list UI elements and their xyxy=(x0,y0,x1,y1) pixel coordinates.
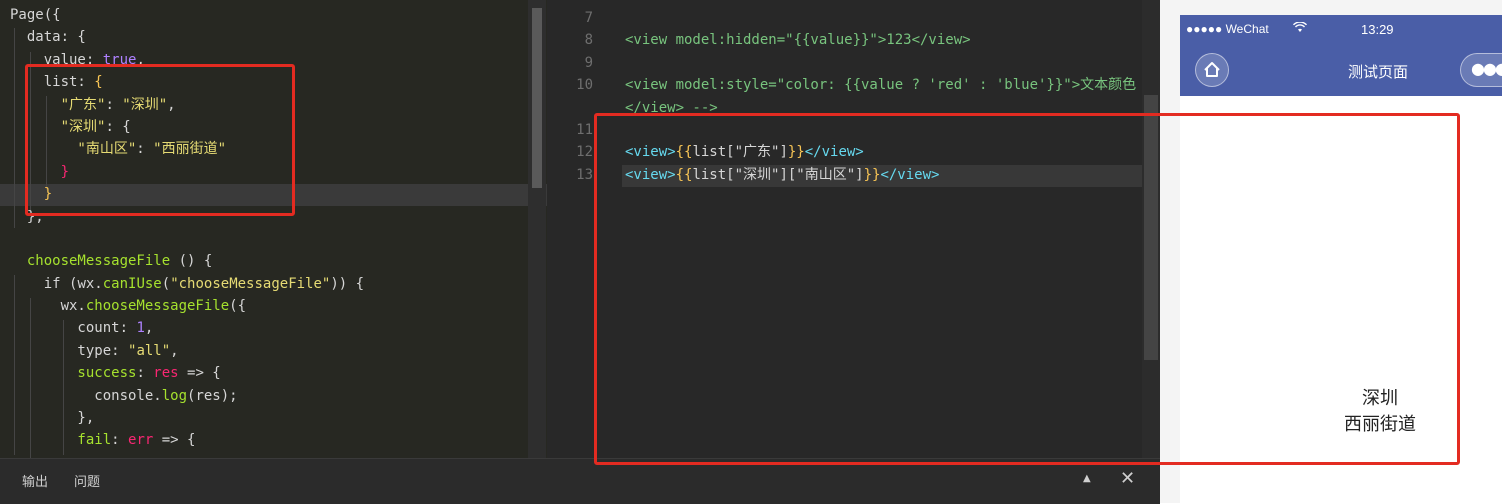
page-title: 测试页面 xyxy=(1348,64,1409,81)
triangle-up-icon[interactable]: ▲ xyxy=(1083,473,1091,484)
left-scrollbar-thumb[interactable] xyxy=(532,8,542,188)
code-line[interactable] xyxy=(625,7,1136,29)
code-token: , xyxy=(144,320,154,337)
more-dots-icon[interactable]: ●●● xyxy=(1460,53,1502,87)
code-line[interactable]: fail: err => { xyxy=(10,429,364,451)
code-token: chooseMessageFile xyxy=(10,253,171,270)
code-line[interactable]: chooseMessageFile () { xyxy=(10,250,364,272)
home-icon[interactable] xyxy=(1195,53,1229,87)
code-line[interactable] xyxy=(625,52,1136,74)
nav-bar: 测试页面 ●●● xyxy=(1180,45,1502,96)
code-line[interactable]: <view model:style="color: {{value ? 'red… xyxy=(625,74,1136,96)
line-number: 9 xyxy=(584,54,593,71)
code-token: console. xyxy=(10,387,162,404)
code-token: canIUse xyxy=(102,275,162,292)
line-number: 7 xyxy=(584,10,593,26)
code-token: (res); xyxy=(187,387,238,404)
code-token: res xyxy=(153,365,179,382)
code-token: : xyxy=(111,432,129,449)
code-token: count: xyxy=(10,320,137,337)
tab-output[interactable]: 输出 xyxy=(22,471,48,490)
highlight-box-list-data xyxy=(25,64,295,216)
code-line[interactable]: console.log(res); xyxy=(10,385,364,407)
tab-problems[interactable]: 问题 xyxy=(74,471,100,490)
code-token: <view model:style="color: {{value ? 'red… xyxy=(625,77,1137,94)
status-bar: ●●●●● WeChat 13:29 xyxy=(1180,15,1502,45)
code-line[interactable]: <view model:hidden="{{value}}">123</view… xyxy=(625,29,1136,51)
code-line[interactable]: success: res => { xyxy=(10,362,364,384)
code-token: )) { xyxy=(330,275,365,292)
code-token: => { xyxy=(178,365,221,382)
code-token: }, xyxy=(10,410,95,427)
code-token: success xyxy=(10,365,137,382)
code-line[interactable]: count: 1, xyxy=(10,317,364,339)
code-token: (wx. xyxy=(69,275,103,292)
line-number: 11 xyxy=(576,121,593,138)
code-token: type: xyxy=(10,342,129,359)
code-line[interactable] xyxy=(10,228,364,250)
status-time: 13:29 xyxy=(1361,22,1394,37)
code-line[interactable]: data: { xyxy=(10,26,364,48)
code-token: wx. xyxy=(10,298,86,315)
code-token: ( xyxy=(161,275,171,292)
code-token: Page({ xyxy=(10,7,61,23)
line-number: 13 xyxy=(576,166,593,183)
code-token: data: { xyxy=(10,29,86,46)
code-token: () { xyxy=(170,253,213,270)
line-number xyxy=(547,97,593,119)
code-line[interactable]: Page({ xyxy=(10,4,364,26)
code-token: "all" xyxy=(128,342,171,359)
code-line[interactable]: }, xyxy=(10,407,364,429)
code-token: ({ xyxy=(229,298,247,315)
code-line[interactable]: if (wx.canIUse("chooseMessageFile")) { xyxy=(10,273,364,295)
code-line[interactable]: type: "all", xyxy=(10,340,364,362)
code-token: "chooseMessageFile" xyxy=(170,275,331,292)
signal-carrier: ●●●●● WeChat xyxy=(1186,22,1269,36)
code-token: <view model:hidden="{{value}}">123</view… xyxy=(625,32,971,49)
code-token: fail xyxy=(10,432,112,449)
code-token: , xyxy=(170,342,179,359)
highlight-box-template-output xyxy=(594,113,1460,465)
wifi-icon xyxy=(1292,21,1308,36)
left-vertical-scrollbar[interactable] xyxy=(528,0,546,458)
code-token: 1 xyxy=(136,320,145,337)
code-token: chooseMessageFile xyxy=(85,298,230,315)
line-number: 8 xyxy=(584,32,593,49)
code-line[interactable]: wx.chooseMessageFile({ xyxy=(10,295,364,317)
code-token: if xyxy=(10,275,70,292)
close-icon[interactable]: ✕ xyxy=(1120,468,1135,489)
code-token: log xyxy=(161,387,188,404)
line-number-gutter: 7 8 9 10 11 12 13 xyxy=(547,7,593,186)
line-number: 10 xyxy=(576,77,593,94)
line-number: 12 xyxy=(576,144,593,161)
code-token: err xyxy=(128,432,154,449)
code-token: => { xyxy=(153,432,196,449)
code-token: : xyxy=(136,365,154,382)
